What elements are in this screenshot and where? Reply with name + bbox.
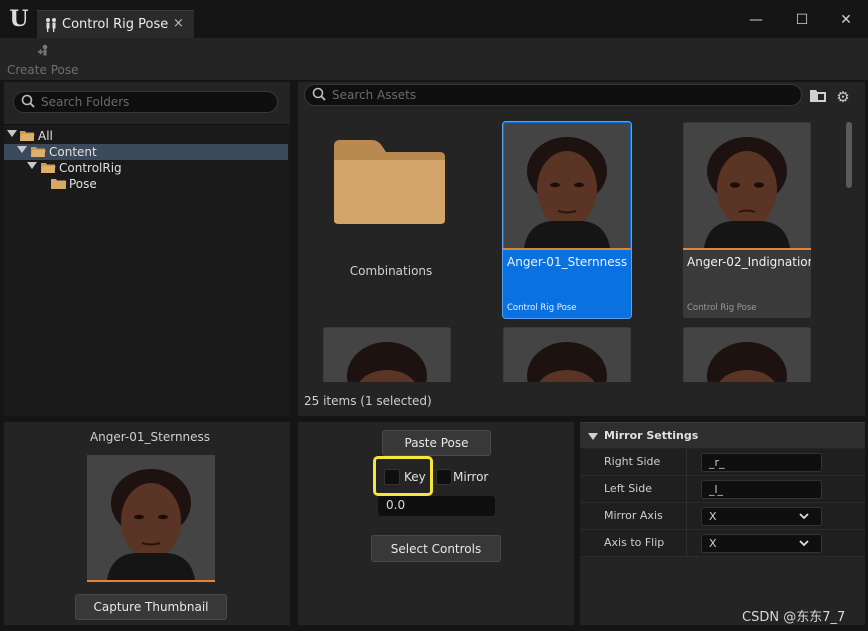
asset-card-anger-01[interactable]: Anger-01_Sternness Control Rig Pose xyxy=(502,121,632,319)
asset-scrollbar[interactable] xyxy=(846,122,852,188)
selected-pose-title: Anger-01_Sternness xyxy=(89,430,211,444)
folder-name: Combinations xyxy=(349,264,433,278)
asset-type: Control Rig Pose xyxy=(507,303,577,313)
column-divider xyxy=(686,476,687,503)
right-side-input[interactable]: _r_ xyxy=(701,453,822,472)
search-folders-placeholder: Search Folders xyxy=(41,95,130,109)
pose-accent-bar xyxy=(683,248,811,250)
close-window-button[interactable]: ✕ xyxy=(836,10,856,30)
folder-panel: Search Folders All Content ControlRig Po… xyxy=(4,82,290,416)
paste-pose-button[interactable]: Paste Pose xyxy=(382,430,491,456)
property-row-axis-to-flip: Axis to Flip X xyxy=(580,530,865,557)
column-divider xyxy=(686,503,687,530)
tree-label: Pose xyxy=(69,177,97,191)
expand-arrow-icon[interactable] xyxy=(7,130,17,137)
asset-name: Anger-01_Sternness xyxy=(507,255,628,269)
property-label: Axis to Flip xyxy=(604,536,665,549)
pose-thumbnail xyxy=(684,328,810,382)
folder-icon xyxy=(51,179,66,189)
property-row-mirror-axis: Mirror Axis X xyxy=(580,503,865,530)
tree-item-controlrig[interactable]: ControlRig xyxy=(4,160,288,176)
thumbnail-panel: Anger-01_Sternness Capture Thumbnail xyxy=(4,422,290,625)
pose-thumbnail xyxy=(684,123,810,248)
mirror-settings-panel: Mirror Settings Right Side _r_ Left Side… xyxy=(580,422,865,625)
search-folders-input[interactable]: Search Folders xyxy=(13,91,278,113)
title-bar: U Control Rig Pose × — ☐ ✕ xyxy=(0,0,868,38)
pose-accent-bar xyxy=(87,580,215,582)
property-row-left-side: Left Side _l_ xyxy=(580,476,865,503)
mirror-checkbox[interactable] xyxy=(436,469,452,485)
paste-pose-panel: Paste Pose Key Mirror 0.0 Select Control… xyxy=(298,422,574,625)
search-icon xyxy=(312,87,326,101)
settings-gear-icon[interactable]: ⚙ xyxy=(834,88,852,106)
collapse-arrow-icon xyxy=(588,433,598,440)
folder-tile-combinations[interactable]: Combinations xyxy=(324,122,464,317)
blend-value-field[interactable]: 0.0 xyxy=(378,496,495,516)
pose-thumbnail xyxy=(504,328,630,382)
folder-open-icon xyxy=(31,147,46,157)
create-pose-button[interactable]: Create Pose xyxy=(7,42,79,78)
folder-open-icon xyxy=(20,131,35,141)
create-pose-label: Create Pose xyxy=(7,63,79,77)
pose-figures-icon xyxy=(43,17,59,33)
asset-grid: Combinations Anger-01_Sternness Control … xyxy=(304,112,840,382)
tree-item-content[interactable]: Content xyxy=(4,144,288,160)
selected-pose-thumbnail xyxy=(87,455,215,580)
search-assets-placeholder: Search Assets xyxy=(332,88,417,102)
column-divider xyxy=(686,449,687,476)
expand-arrow-icon[interactable] xyxy=(17,146,27,153)
tree-item-pose[interactable]: Pose xyxy=(4,176,288,192)
asset-name: Anger-02_Indignation xyxy=(687,255,811,269)
tree-item-all[interactable]: All xyxy=(4,128,288,144)
column-divider xyxy=(686,530,687,557)
chevron-down-icon xyxy=(799,540,809,547)
pose-accent-bar xyxy=(503,248,631,250)
tab-close-icon[interactable]: × xyxy=(173,16,184,31)
tree-label: ControlRig xyxy=(59,161,122,175)
search-assets-input[interactable]: Search Assets xyxy=(304,84,802,106)
folder-tree: All Content ControlRig Pose xyxy=(4,124,290,416)
watermark-text: CSDN @东东7_7 xyxy=(742,610,846,625)
folder-view-icon[interactable] xyxy=(809,88,827,106)
tab-control-rig-pose[interactable]: Control Rig Pose × xyxy=(37,10,194,38)
asset-type: Control Rig Pose xyxy=(687,303,757,313)
axis-to-flip-dropdown[interactable]: X xyxy=(701,534,822,553)
key-checkbox[interactable] xyxy=(384,469,400,485)
toolbar: Create Pose xyxy=(0,38,868,80)
asset-card-partial[interactable] xyxy=(323,327,451,382)
minimize-button[interactable]: — xyxy=(746,10,766,30)
folder-open-icon xyxy=(41,163,56,173)
property-row-right-side: Right Side _r_ xyxy=(580,449,865,476)
property-label: Mirror Axis xyxy=(604,509,663,522)
tab-title: Control Rig Pose xyxy=(62,17,169,32)
items-count: 25 items (1 selected) xyxy=(304,394,432,408)
pose-thumbnail xyxy=(324,328,450,382)
dropdown-value: X xyxy=(709,537,717,550)
key-label: Key xyxy=(404,470,426,484)
asset-panel: Search Assets ⚙ Combinations Anger-01_St… xyxy=(298,82,865,416)
maximize-button[interactable]: ☐ xyxy=(792,10,812,30)
pose-thumbnail xyxy=(504,123,630,248)
asset-card-partial[interactable] xyxy=(503,327,631,382)
left-side-input[interactable]: _l_ xyxy=(701,480,822,499)
mirror-settings-title: Mirror Settings xyxy=(604,429,699,442)
mirror-axis-dropdown[interactable]: X xyxy=(701,507,822,526)
property-label: Right Side xyxy=(604,455,661,468)
dropdown-value: X xyxy=(709,510,717,523)
asset-card-anger-02[interactable]: Anger-02_Indignation Control Rig Pose xyxy=(683,122,811,318)
chevron-down-icon xyxy=(799,513,809,520)
unreal-logo-icon: U xyxy=(9,6,29,32)
property-label: Left Side xyxy=(604,482,652,495)
large-folder-icon xyxy=(334,140,445,224)
mirror-label: Mirror xyxy=(453,470,489,484)
search-icon xyxy=(21,94,35,108)
capture-thumbnail-button[interactable]: Capture Thumbnail xyxy=(75,594,227,620)
tree-label: All xyxy=(38,129,53,143)
tree-label: Content xyxy=(49,145,97,159)
expand-arrow-icon[interactable] xyxy=(27,162,37,169)
mirror-settings-header[interactable]: Mirror Settings xyxy=(580,422,865,448)
select-controls-button[interactable]: Select Controls xyxy=(371,535,501,562)
asset-card-partial[interactable] xyxy=(683,327,811,382)
create-pose-icon xyxy=(37,44,53,62)
